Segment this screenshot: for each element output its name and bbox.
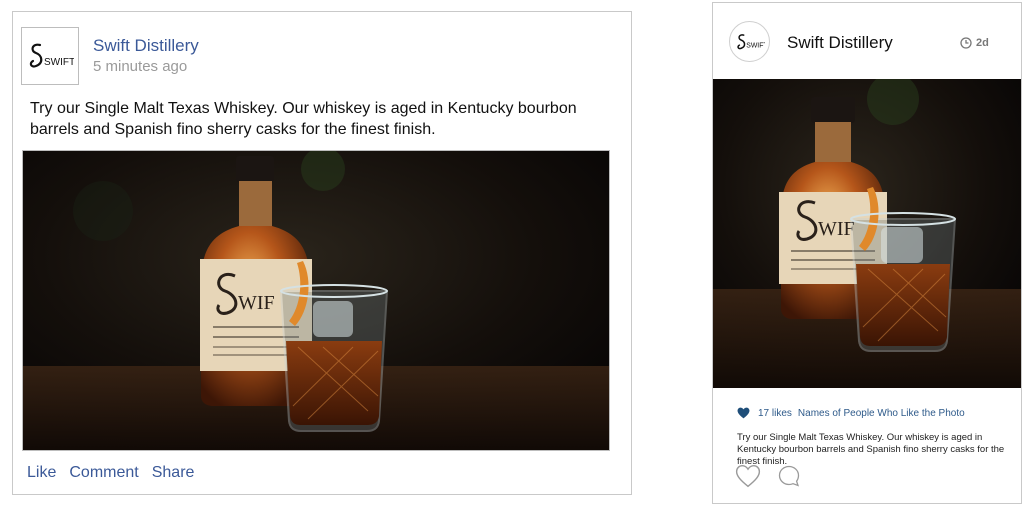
post-photo[interactable]: WIF	[713, 79, 1021, 388]
heart-outline-icon[interactable]	[735, 464, 761, 488]
post-age: 2d	[960, 37, 989, 49]
post-actions-bar: Like Comment Share	[27, 464, 207, 482]
svg-text:WIF: WIF	[238, 292, 275, 314]
clock-icon	[960, 37, 972, 49]
comment-bubble-icon[interactable]	[777, 464, 801, 488]
post-caption: Try our Single Malt Texas Whiskey. Our w…	[737, 432, 1005, 467]
comment-link[interactable]: Comment	[69, 464, 138, 482]
share-link[interactable]: Share	[152, 464, 195, 482]
post-action-icons	[735, 464, 801, 488]
account-avatar[interactable]: SWIFT	[729, 21, 770, 62]
post-text: Try our Single Malt Texas Whiskey. Our w…	[30, 100, 577, 138]
swift-logo-icon: SWIFT	[29, 43, 74, 68]
heart-filled-icon	[737, 407, 750, 419]
account-name-link[interactable]: Swift Distillery	[787, 33, 893, 53]
page-avatar[interactable]: SWIFT	[21, 27, 79, 85]
whiskey-photo-illustration: WIF	[23, 151, 609, 450]
svg-text:WIF: WIF	[818, 218, 855, 240]
facebook-post-card: SWIFT Swift Distillery 5 minutes ago Try…	[12, 11, 632, 495]
likes-row: 17 likes Names of People Who Like the Ph…	[737, 407, 965, 419]
post-age-label: 2d	[976, 37, 989, 49]
page-name-link[interactable]: Swift Distillery	[93, 36, 199, 56]
like-link[interactable]: Like	[27, 464, 56, 482]
instagram-post-card: SWIFT Swift Distillery 2d	[712, 2, 1022, 504]
likers-names[interactable]: Names of People Who Like the Photo	[798, 408, 965, 419]
whiskey-photo-illustration: WIF	[713, 79, 1021, 388]
likes-count[interactable]: 17 likes	[758, 408, 792, 419]
post-photo[interactable]: WIF	[22, 150, 610, 451]
svg-text:SWIFT: SWIFT	[746, 42, 765, 49]
svg-text:SWIFT: SWIFT	[44, 57, 74, 68]
swift-logo-icon: SWIFT	[736, 33, 765, 49]
post-timestamp[interactable]: 5 minutes ago	[93, 58, 187, 75]
